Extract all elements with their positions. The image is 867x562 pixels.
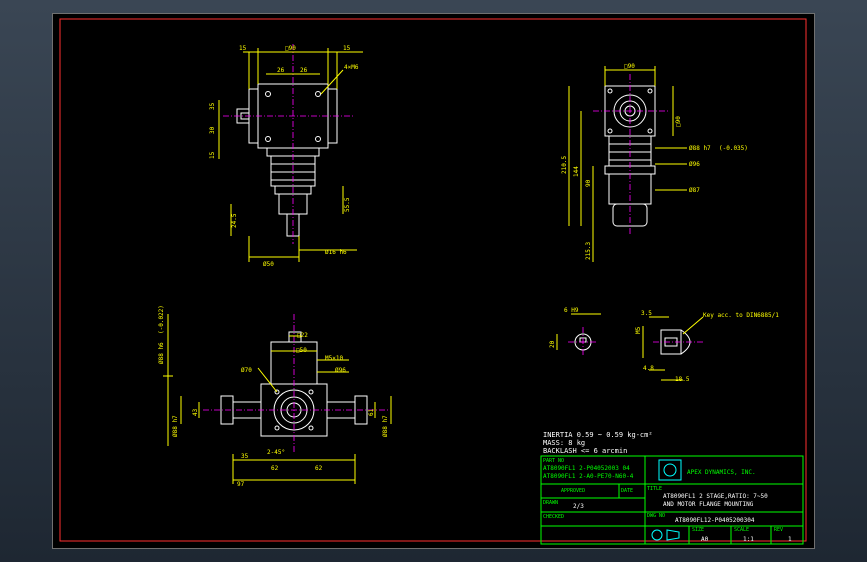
key-note: Key acc. to DIN6885/1 — [703, 312, 779, 319]
note-inertia: INERTIA 0.59 ~ 0.59 kg-cm² — [543, 431, 653, 439]
dim-phi16: Ø16 h6 — [325, 249, 347, 256]
dim-left-c: 15 — [209, 151, 216, 159]
dim-55: 55.5 — [344, 197, 351, 212]
company-logo — [658, 459, 682, 481]
dim-tr-sq90-side: □90 — [675, 116, 682, 127]
dim-br-35: 3.5 — [641, 310, 652, 317]
tb-dwg-no: AT8090FL12-P0405200304 — [675, 517, 755, 524]
tb-drawn-value: 2/3 — [573, 503, 584, 510]
tb-company: APEX DYNAMICS, INC. — [687, 469, 756, 476]
tb-title-label: TITLE — [647, 486, 662, 492]
dim-left-b: 30 — [209, 126, 216, 134]
dim-bl-61: 61 — [368, 408, 375, 416]
tb-date-label: DATE — [621, 488, 633, 494]
title-block: PART NO AT8090FL1 2-P04052003 04 AT8090F… — [540, 455, 804, 545]
dim-bl-phi88-tol: (-0.022) — [158, 305, 165, 334]
tb-checked-label: CHECKED — [543, 514, 564, 520]
dim-top-15b: 15 — [343, 45, 351, 52]
tb-title-2: AND MOTOR FLANGE MOUNTING — [663, 501, 754, 508]
dim-left-a: 35 — [209, 102, 216, 110]
dim-top-15a: 15 — [239, 45, 247, 52]
dim-tr-phi88-tol: (-0.035) — [719, 145, 748, 152]
dim-m6: 4×M6 — [344, 64, 359, 71]
dim-bl-97: 97 — [237, 481, 245, 488]
dim-top-sq90: □90 — [285, 45, 296, 52]
dim-br-48: 4.8 — [643, 365, 654, 372]
dim-bl-phi96: Ø96 — [335, 367, 346, 374]
tb-part-no-1: AT8090FL1 2-P04052003 04 — [543, 465, 630, 472]
dim-br-20: 20 — [549, 340, 556, 348]
dim-br-m5: M5 — [635, 326, 642, 334]
drawing-border — [59, 18, 807, 542]
view-bottom-right: 6 H9 20 3.5 M5 Key acc. to DIN6885/1 4.8… — [549, 307, 779, 383]
tb-part-no-label: PART NO — [543, 458, 564, 464]
view-top-left: 15 □90 15 26 26 4×M6 35 30 15 24.5 55.5 … — [209, 44, 363, 268]
cad-drawing: 15 □90 15 26 26 4×M6 35 30 15 24.5 55.5 … — [59, 18, 807, 545]
dim-bl-43: 43 — [192, 408, 199, 416]
dim-phi50: Ø50 — [263, 261, 274, 268]
tb-part-no-2: AT8090FL1 2-A0-PE70-N60-4 — [543, 473, 634, 480]
note-mass: MASS: 8 kg — [543, 439, 585, 447]
tb-drawn-label: DRAWN — [543, 500, 558, 506]
dim-bl-62a: 62 — [271, 465, 279, 472]
tb-rev-label: REV — [774, 527, 783, 533]
dim-bl-phi88-h6: Ø88 h6 — [158, 342, 165, 364]
dim-tr-phi87: Ø87 — [689, 187, 700, 194]
dim-br-6h9: 6 H9 — [564, 307, 579, 314]
tb-scale-value: 1:1 — [743, 536, 754, 543]
note-backlash: BACKLASH <= 6 arcmin — [543, 447, 627, 455]
tb-approved-label: APPROVED — [561, 488, 585, 494]
notes: INERTIA 0.59 ~ 0.59 kg-cm² MASS: 8 kg BA… — [543, 431, 653, 455]
dim-br-185: 18.5 — [675, 376, 690, 383]
tb-scale-label: SCALE — [734, 527, 749, 533]
tb-rev-value: 1 — [788, 536, 792, 543]
tb-size-value: A0 — [701, 536, 709, 543]
dim-bl-key: M5×10 — [325, 355, 343, 362]
dim-bl-phi88-right: Ø88 h7 — [382, 415, 389, 437]
dim-26b: 26 — [300, 67, 308, 74]
dim-bl-phi70: Ø70 — [241, 367, 252, 374]
dim-tr-sq90: □90 — [624, 63, 635, 70]
dim-bl-45: 2-45° — [267, 449, 285, 456]
view-bottom-left: Ø88 h6 (-0.022) □22 □50 Ø70 M5×10 Ø96 Ø8… — [158, 305, 392, 488]
dim-bl-phi88-left: Ø88 h7 — [172, 415, 179, 437]
projection-symbol-icon — [651, 529, 680, 541]
dim-tr-210: 210.5 — [561, 156, 568, 174]
dim-tr-90: 90 — [585, 179, 592, 187]
dim-bl-22: □22 — [297, 332, 308, 339]
tb-dwg-no-label: DWG NO — [647, 513, 665, 519]
dim-26a: 26 — [277, 67, 285, 74]
dim-tr-phi88: Ø88 h7 — [689, 145, 711, 152]
dim-bl-35: 35 — [241, 453, 249, 460]
dim-bl-62b: 62 — [315, 465, 323, 472]
dim-bl-50: □50 — [296, 347, 307, 354]
dim-tr-144: 144 — [573, 166, 580, 177]
tb-size-label: SIZE — [692, 527, 704, 533]
dim-tr-phi96: Ø96 — [689, 161, 700, 168]
cad-viewport[interactable]: 15 □90 15 26 26 4×M6 35 30 15 24.5 55.5 … — [52, 13, 815, 549]
dim-tr-215: 215.3 — [585, 242, 592, 260]
view-top-right: □90 □90 Ø88 h7 (-0.035) Ø96 Ø87 210.5 14… — [561, 63, 748, 262]
dim-24: 24.5 — [231, 213, 238, 228]
tb-title-1: AT8090FL1 2 STAGE,RATIO: 7~50 — [663, 493, 768, 500]
